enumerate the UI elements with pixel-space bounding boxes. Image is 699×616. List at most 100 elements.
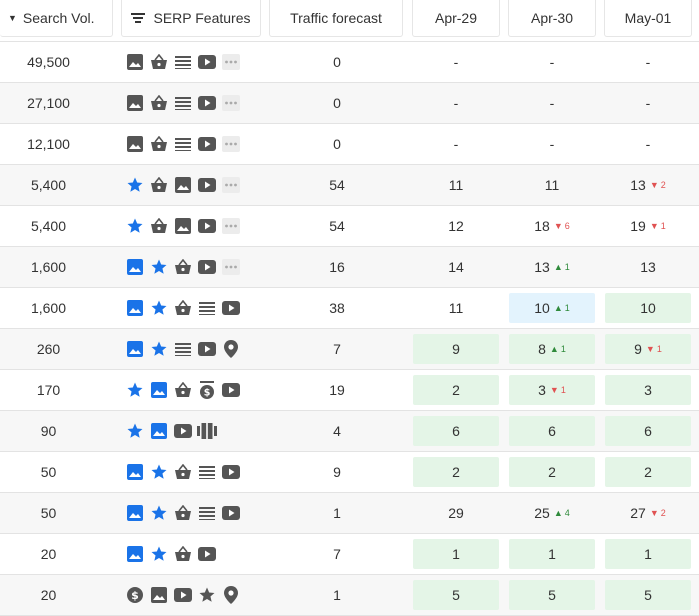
list-icon bbox=[173, 339, 193, 359]
list-icon bbox=[173, 134, 193, 154]
traffic-forecast-cell: 0 bbox=[333, 54, 341, 70]
video-icon bbox=[221, 298, 241, 318]
table-row[interactable]: 5,400 54 11 11 13 ▼ 2 bbox=[0, 165, 699, 206]
video-icon bbox=[221, 380, 241, 400]
position-value: 13 bbox=[640, 259, 656, 275]
more-icon[interactable] bbox=[221, 52, 241, 72]
change-value: 1 bbox=[564, 262, 570, 272]
search-volume-cell: 27,100 bbox=[27, 95, 70, 111]
col-label: Apr-29 bbox=[434, 10, 478, 26]
change-value: 1 bbox=[560, 344, 566, 354]
position-value: 2 bbox=[644, 464, 652, 480]
star-icon bbox=[125, 175, 145, 195]
shopping-basket-icon bbox=[173, 462, 193, 482]
position-value: 11 bbox=[544, 177, 560, 193]
position-cell: 25 ▲ 4 bbox=[509, 498, 595, 528]
position-cell: 3 ▼ 1 bbox=[509, 375, 595, 405]
change-value: 4 bbox=[564, 508, 570, 518]
position-cell: 8 ▲ 1 bbox=[509, 334, 595, 364]
position-value: 18 bbox=[534, 218, 550, 234]
table-row[interactable]: 260 7 9 8 ▲ 1 9 ▼ 1 bbox=[0, 329, 699, 370]
star-icon bbox=[125, 380, 145, 400]
image-icon bbox=[125, 134, 145, 154]
arrow-down-icon: ▼ bbox=[649, 180, 659, 190]
more-icon[interactable] bbox=[221, 175, 241, 195]
position-change: ▲ 4 bbox=[554, 508, 570, 518]
position-value: - bbox=[549, 136, 555, 152]
traffic-forecast-cell: 7 bbox=[333, 546, 341, 562]
col-label: Apr-30 bbox=[530, 10, 574, 26]
position-value: 1 bbox=[548, 546, 556, 562]
traffic-forecast-cell: 19 bbox=[329, 382, 345, 398]
position-cell: 11 bbox=[413, 170, 499, 200]
position-value: 11 bbox=[448, 300, 464, 316]
table-row[interactable]: 49,500 0 - - - bbox=[0, 42, 699, 83]
sort-desc-icon: ▼ bbox=[8, 13, 17, 23]
col-traffic-forecast[interactable]: Traffic forecast bbox=[269, 0, 403, 37]
position-value: 14 bbox=[448, 259, 464, 275]
table-row[interactable]: 170 $19 2 3 ▼ 1 3 bbox=[0, 370, 699, 411]
image-icon bbox=[125, 93, 145, 113]
col-serp-features[interactable]: SERP Features bbox=[121, 0, 261, 37]
table-row[interactable]: 12,100 0 - - - bbox=[0, 124, 699, 165]
position-cell: 19 ▼ 1 bbox=[605, 211, 691, 241]
table-row[interactable]: 20 7 1 1 1 bbox=[0, 534, 699, 575]
table-row[interactable]: 50 1 29 25 ▲ 4 27 ▼ 2 bbox=[0, 493, 699, 534]
position-value: 8 bbox=[538, 341, 546, 357]
col-date-1[interactable]: Apr-29 bbox=[412, 0, 500, 37]
col-label: Search Vol. bbox=[22, 10, 95, 26]
video-icon bbox=[197, 257, 217, 277]
table-row[interactable]: 1,600 38 11 10 ▲ 1 10 bbox=[0, 288, 699, 329]
col-label: May-01 bbox=[624, 10, 672, 26]
serp-features-cell bbox=[97, 165, 257, 205]
shopping-basket-icon bbox=[149, 175, 169, 195]
video-icon bbox=[221, 462, 241, 482]
table-row[interactable]: 5,400 54 12 18 ▼ 6 19 ▼ 1 bbox=[0, 206, 699, 247]
change-value: 6 bbox=[564, 221, 570, 231]
shopping-basket-icon bbox=[173, 257, 193, 277]
table-row[interactable]: 50 9 2 2 2 bbox=[0, 452, 699, 493]
position-cell: 18 ▼ 6 bbox=[509, 211, 595, 241]
position-cell: 1 bbox=[413, 539, 499, 569]
search-volume-cell: 20 bbox=[40, 546, 57, 562]
list-icon bbox=[197, 298, 217, 318]
col-search-volume[interactable]: ▼ Search Vol. bbox=[0, 0, 113, 37]
more-icon[interactable] bbox=[221, 257, 241, 277]
serp-features-cell bbox=[97, 124, 257, 164]
video-icon bbox=[197, 175, 217, 195]
col-date-3[interactable]: May-01 bbox=[604, 0, 692, 37]
position-cell: 2 bbox=[413, 375, 499, 405]
position-cell: 6 bbox=[509, 416, 595, 446]
position-value: - bbox=[645, 95, 651, 111]
position-change: ▲ 1 bbox=[554, 262, 570, 272]
position-value: 5 bbox=[644, 587, 652, 603]
position-value: 2 bbox=[452, 464, 460, 480]
image-icon bbox=[149, 585, 169, 605]
more-icon[interactable] bbox=[221, 216, 241, 236]
image-icon bbox=[149, 421, 169, 441]
video-icon bbox=[197, 52, 217, 72]
star-icon bbox=[149, 544, 169, 564]
position-value: 2 bbox=[548, 464, 556, 480]
position-cell: 2 bbox=[605, 457, 691, 487]
list-icon bbox=[197, 503, 217, 523]
col-date-2[interactable]: Apr-30 bbox=[508, 0, 596, 37]
image-icon bbox=[125, 339, 145, 359]
table-row[interactable]: 27,100 0 - - - bbox=[0, 83, 699, 124]
position-value: - bbox=[453, 95, 459, 111]
table-row[interactable]: 1,600 16 14 13 ▲ 1 13 bbox=[0, 247, 699, 288]
position-cell: 2 bbox=[509, 457, 595, 487]
position-value: 11 bbox=[448, 177, 464, 193]
serp-features-cell: $ bbox=[97, 575, 257, 615]
shopping-basket-icon bbox=[149, 134, 169, 154]
table-row[interactable]: 90 4 6 6 6 bbox=[0, 411, 699, 452]
traffic-forecast-cell: 54 bbox=[329, 218, 345, 234]
more-icon[interactable] bbox=[221, 134, 241, 154]
search-volume-cell: 1,600 bbox=[30, 300, 67, 316]
star-icon bbox=[197, 585, 217, 605]
shopping-basket-icon bbox=[173, 380, 193, 400]
position-change: ▲ 1 bbox=[554, 303, 570, 313]
change-value: 2 bbox=[660, 508, 666, 518]
more-icon[interactable] bbox=[221, 93, 241, 113]
table-row[interactable]: 20 $1 5 5 5 bbox=[0, 575, 699, 616]
